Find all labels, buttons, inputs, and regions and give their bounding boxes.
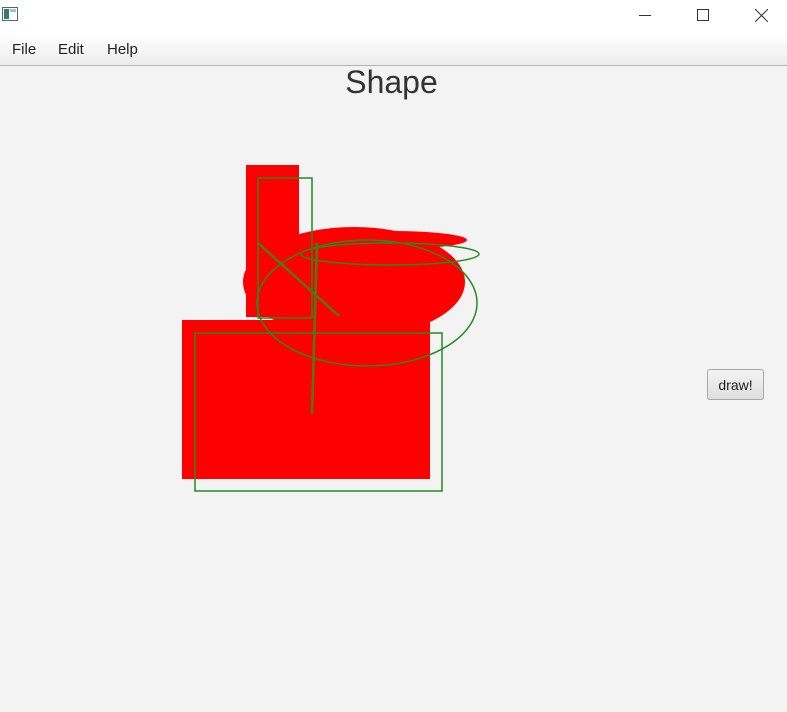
red-large-rectangle: [182, 320, 430, 479]
maximize-button[interactable]: [680, 0, 726, 30]
maximize-icon: [697, 9, 709, 21]
app-window: File Edit Help Shape draw!: [0, 0, 787, 712]
minimize-icon: [639, 15, 651, 16]
menu-edit[interactable]: Edit: [58, 41, 84, 58]
menu-file[interactable]: File: [12, 41, 36, 58]
title-bar[interactable]: [0, 0, 787, 34]
app-window-icon: [2, 7, 18, 21]
draw-button[interactable]: draw!: [707, 369, 764, 400]
page-title: Shape: [345, 64, 438, 100]
menu-bar: File Edit Help: [0, 34, 787, 66]
close-button[interactable]: [738, 0, 784, 30]
menu-help[interactable]: Help: [107, 41, 138, 58]
minimize-button[interactable]: [622, 0, 668, 30]
shapes-drawing: [182, 165, 480, 492]
filled-shapes: [182, 165, 467, 479]
close-icon: [754, 8, 768, 22]
red-flat-ellipse: [313, 231, 467, 249]
drawing-canvas: [0, 66, 787, 712]
